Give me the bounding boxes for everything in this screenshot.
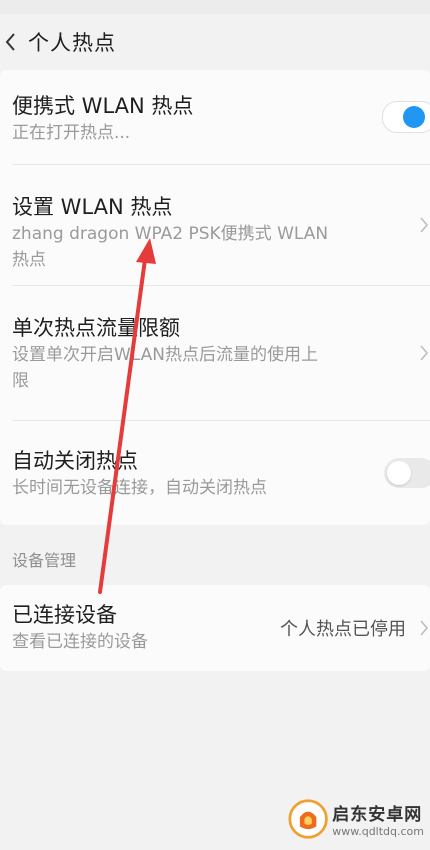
watermark-text: 启东安卓网 www.qdltdq.com [332, 800, 424, 838]
chevron-right-icon [420, 217, 429, 233]
setup-hotspot-title: 设置 WLAN 热点 [12, 195, 173, 219]
chevron-right-icon [420, 620, 429, 636]
portable-hotspot-title: 便携式 WLAN 热点 [12, 94, 194, 118]
auto-close-subtitle: 长时间无设备连接，自动关闭热点 [12, 478, 267, 498]
watermark-logo-icon [288, 799, 328, 839]
watermark-url: www.qdltdq.com [332, 825, 424, 838]
portable-hotspot-toggle[interactable] [382, 101, 430, 133]
data-limit-title: 单次热点流量限额 [12, 316, 180, 340]
section-header-device-management: 设备管理 [12, 551, 77, 570]
chevron-left-icon[interactable] [0, 31, 22, 53]
screen: 个人热点 便携式 WLAN 热点 正在打开热点... 设置 WLAN 热点 zh… [0, 0, 430, 850]
data-limit-row[interactable]: 单次热点流量限额 设置单次开启WLAN热点后流量的使用上 限 [0, 286, 430, 420]
page-title: 个人热点 [28, 31, 116, 55]
data-limit-subtitle-line1: 设置单次开启WLAN热点后流量的使用上 [12, 345, 319, 365]
chevron-right-icon [420, 345, 429, 361]
watermark: 启东安卓网 www.qdltdq.com [288, 792, 424, 846]
settings-card: 便携式 WLAN 热点 正在打开热点... 设置 WLAN 热点 zhang d… [0, 70, 430, 525]
portable-hotspot-status: 正在打开热点... [12, 123, 131, 143]
devices-card: 已连接设备 查看已连接的设备 个人热点已停用 [0, 585, 430, 671]
status-bar [0, 0, 430, 14]
title-bar: 个人热点 [0, 14, 430, 70]
auto-close-toggle[interactable] [384, 458, 430, 488]
hotspot-status-value: 个人热点已停用 [280, 619, 406, 640]
setup-hotspot-subtitle-line2: 热点 [12, 250, 46, 270]
connected-devices-row[interactable]: 已连接设备 查看已连接的设备 个人热点已停用 [0, 585, 430, 671]
setup-hotspot-row[interactable]: 设置 WLAN 热点 zhang dragon WPA2 PSK便携式 WLAN… [0, 165, 430, 285]
data-limit-subtitle-line2: 限 [12, 371, 29, 391]
setup-hotspot-subtitle-line1: zhang dragon WPA2 PSK便携式 WLAN [12, 224, 329, 244]
toggle-knob [387, 461, 411, 485]
auto-close-row[interactable]: 自动关闭热点 长时间无设备连接，自动关闭热点 [0, 421, 430, 525]
auto-close-title: 自动关闭热点 [12, 449, 138, 473]
toggle-knob [403, 106, 425, 128]
watermark-name: 启东安卓网 [332, 805, 423, 825]
portable-hotspot-row[interactable]: 便携式 WLAN 热点 正在打开热点... [0, 70, 430, 164]
